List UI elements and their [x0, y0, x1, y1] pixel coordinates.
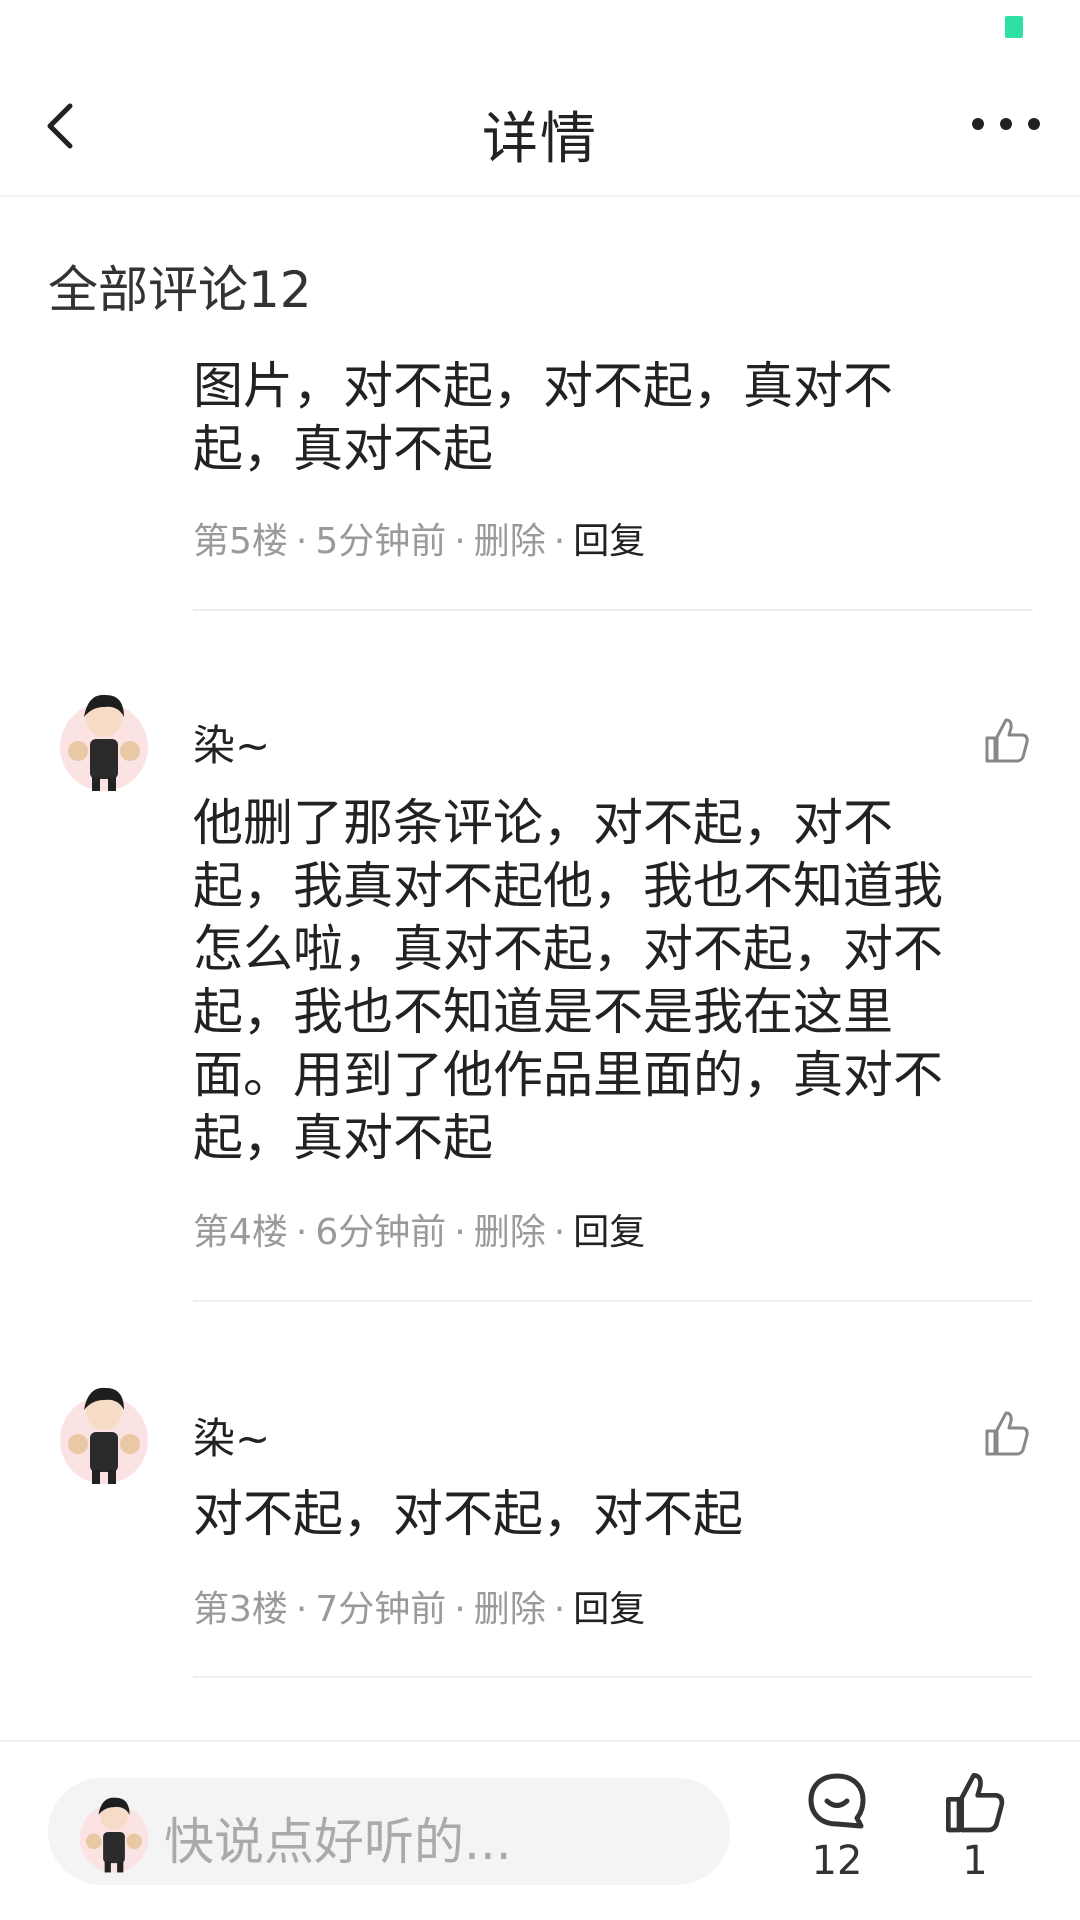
more-button[interactable]	[966, 104, 1046, 144]
delete-link[interactable]: 删除	[474, 1589, 546, 1630]
status-indicator	[1005, 16, 1023, 38]
avatar[interactable]	[58, 685, 150, 793]
user-avatar	[79, 1797, 149, 1873]
floor-label: 第5楼	[193, 521, 288, 562]
nav-divider	[0, 195, 1080, 197]
thumbs-up-icon[interactable]	[984, 1409, 1030, 1457]
bottom-bar-divider	[0, 1740, 1080, 1742]
comment-input[interactable]: 快说点好听的...	[48, 1778, 730, 1885]
thumbs-up-icon	[946, 1773, 1005, 1833]
comment-divider	[193, 1676, 1033, 1678]
like-button[interactable]: 1	[920, 1770, 1030, 1900]
reply-link[interactable]: 回复	[573, 521, 645, 562]
username[interactable]: 染~	[193, 712, 270, 773]
avatar[interactable]	[58, 1378, 150, 1486]
time-label: 7分钟前	[315, 1589, 447, 1630]
comment-meta: 第5楼 · 5分钟前 · 删除 · 回复	[193, 521, 646, 562]
comment-divider	[193, 1300, 1033, 1302]
comment-text: 图片，对不起，对不起，真对不起，真对不起	[193, 357, 893, 478]
comment-count: 12	[811, 1838, 863, 1884]
comment-bubble-icon	[808, 1773, 866, 1829]
comment-text: 对不起，对不起，对不起	[193, 1485, 743, 1543]
delete-link[interactable]: 删除	[474, 521, 546, 562]
more-dots-icon	[972, 118, 1040, 130]
delete-link[interactable]: 删除	[474, 1212, 546, 1253]
floor-label: 第4楼	[193, 1212, 288, 1253]
comments-section-title: 全部评论12	[48, 261, 312, 319]
comment-meta: 第3楼 · 7分钟前 · 删除 · 回复	[193, 1589, 646, 1630]
input-placeholder: 快说点好听的...	[164, 1813, 512, 1871]
nav-bar: 详情	[0, 60, 1080, 195]
comment-button[interactable]: 12	[782, 1770, 892, 1900]
time-label: 5分钟前	[315, 521, 447, 562]
comment-meta: 第4楼 · 6分钟前 · 删除 · 回复	[193, 1212, 646, 1253]
thumbs-up-icon[interactable]	[984, 716, 1030, 764]
like-count: 1	[962, 1838, 988, 1884]
reply-link[interactable]: 回复	[573, 1212, 645, 1253]
comment-divider	[193, 609, 1033, 611]
username[interactable]: 染~	[193, 1405, 270, 1466]
floor-label: 第3楼	[193, 1589, 288, 1630]
comment-text: 他删了那条评论，对不起，对不起，我真对不起他，我也不知道我怎么啦，真对不起，对不…	[193, 794, 943, 1167]
reply-link[interactable]: 回复	[573, 1589, 645, 1630]
time-label: 6分钟前	[315, 1212, 447, 1253]
page-title: 详情	[482, 107, 598, 172]
